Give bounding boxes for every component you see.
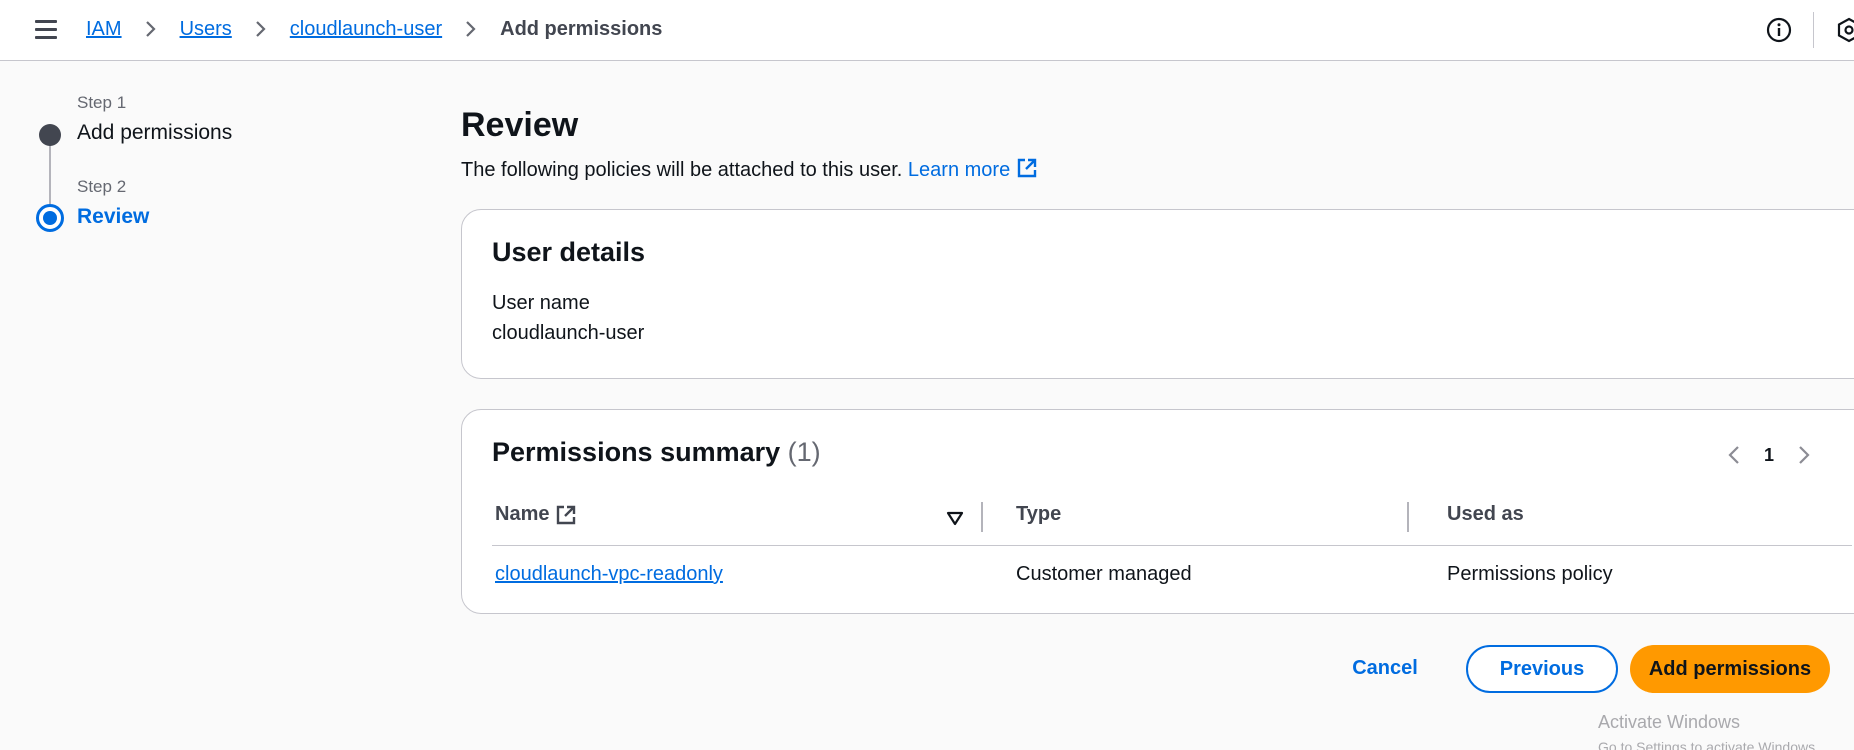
- step-connector: [49, 144, 51, 204]
- table-header-divider: [492, 545, 1852, 546]
- learn-more-link[interactable]: Learn more: [907, 157, 1038, 181]
- breadcrumb-user[interactable]: cloudlaunch-user: [290, 18, 442, 41]
- description-text: The following policies will be attached …: [461, 159, 903, 181]
- user-name-value: cloudlaunch-user: [492, 322, 645, 344]
- settings-icon[interactable]: [1836, 17, 1854, 43]
- chevron-right-icon: [246, 17, 276, 41]
- chevron-right-icon: [456, 17, 486, 41]
- previous-button[interactable]: Previous: [1466, 645, 1618, 693]
- pagination: 1: [1719, 440, 1819, 470]
- permissions-summary-card: Permissions summary (1) 1 Name Type Used…: [461, 409, 1854, 614]
- step-1-completed-icon: [39, 124, 61, 146]
- column-name-label: Name: [495, 503, 550, 525]
- policy-name-link[interactable]: cloudlaunch-vpc-readonly: [495, 563, 723, 586]
- external-link-icon: [555, 504, 577, 526]
- permissions-title-text: Permissions summary: [492, 437, 781, 467]
- top-navigation-bar: IAM Users cloudlaunch-user Add permissio…: [0, 0, 1854, 61]
- step-1-number: Step 1: [77, 93, 127, 112]
- toolbar-divider: [1813, 12, 1814, 48]
- policy-type: Customer managed: [1016, 563, 1192, 585]
- column-resizer[interactable]: [1407, 502, 1409, 532]
- permissions-count: (1): [787, 437, 821, 467]
- page-number[interactable]: 1: [1749, 445, 1789, 466]
- breadcrumb-current: Add permissions: [500, 17, 663, 40]
- add-permissions-button[interactable]: Add permissions: [1630, 645, 1830, 693]
- step-2-current-icon: [36, 204, 64, 232]
- step-1-label[interactable]: Add permissions: [77, 121, 232, 145]
- page-title: Review: [461, 106, 579, 144]
- sort-descending-icon[interactable]: [945, 508, 965, 528]
- column-header-used-as: Used as: [1447, 503, 1524, 525]
- column-header-type: Type: [1016, 503, 1062, 525]
- info-icon[interactable]: [1766, 17, 1792, 43]
- user-details-card: User details User name cloudlaunch-user: [461, 209, 1854, 379]
- policy-used-as: Permissions policy: [1447, 563, 1613, 585]
- chevron-right-icon: [136, 17, 166, 41]
- learn-more-label: Learn more: [907, 159, 1011, 181]
- page-description: The following policies will be attached …: [461, 157, 1038, 182]
- step-2-label: Review: [77, 205, 150, 228]
- windows-activation-watermark: Activate Windows Go to Settings to activ…: [1598, 712, 1819, 750]
- permissions-summary-title: Permissions summary (1): [492, 437, 821, 468]
- column-header-name[interactable]: Name: [495, 503, 577, 526]
- external-link-icon: [1016, 157, 1038, 179]
- previous-page-icon[interactable]: [1719, 440, 1749, 470]
- breadcrumb: IAM Users cloudlaunch-user Add permissio…: [86, 17, 662, 41]
- column-resizer[interactable]: [981, 502, 983, 532]
- next-page-icon[interactable]: [1789, 440, 1819, 470]
- cancel-button[interactable]: Cancel: [1345, 646, 1425, 690]
- breadcrumb-users[interactable]: Users: [180, 18, 232, 41]
- user-details-title: User details: [492, 237, 646, 267]
- breadcrumb-iam[interactable]: IAM: [86, 18, 122, 41]
- user-name-label: User name: [492, 292, 590, 314]
- watermark-subtitle: Go to Settings to activate Windows.: [1598, 739, 1819, 750]
- step-2-number: Step 2: [77, 177, 127, 196]
- watermark-title: Activate Windows: [1598, 712, 1741, 732]
- menu-icon[interactable]: [35, 20, 57, 40]
